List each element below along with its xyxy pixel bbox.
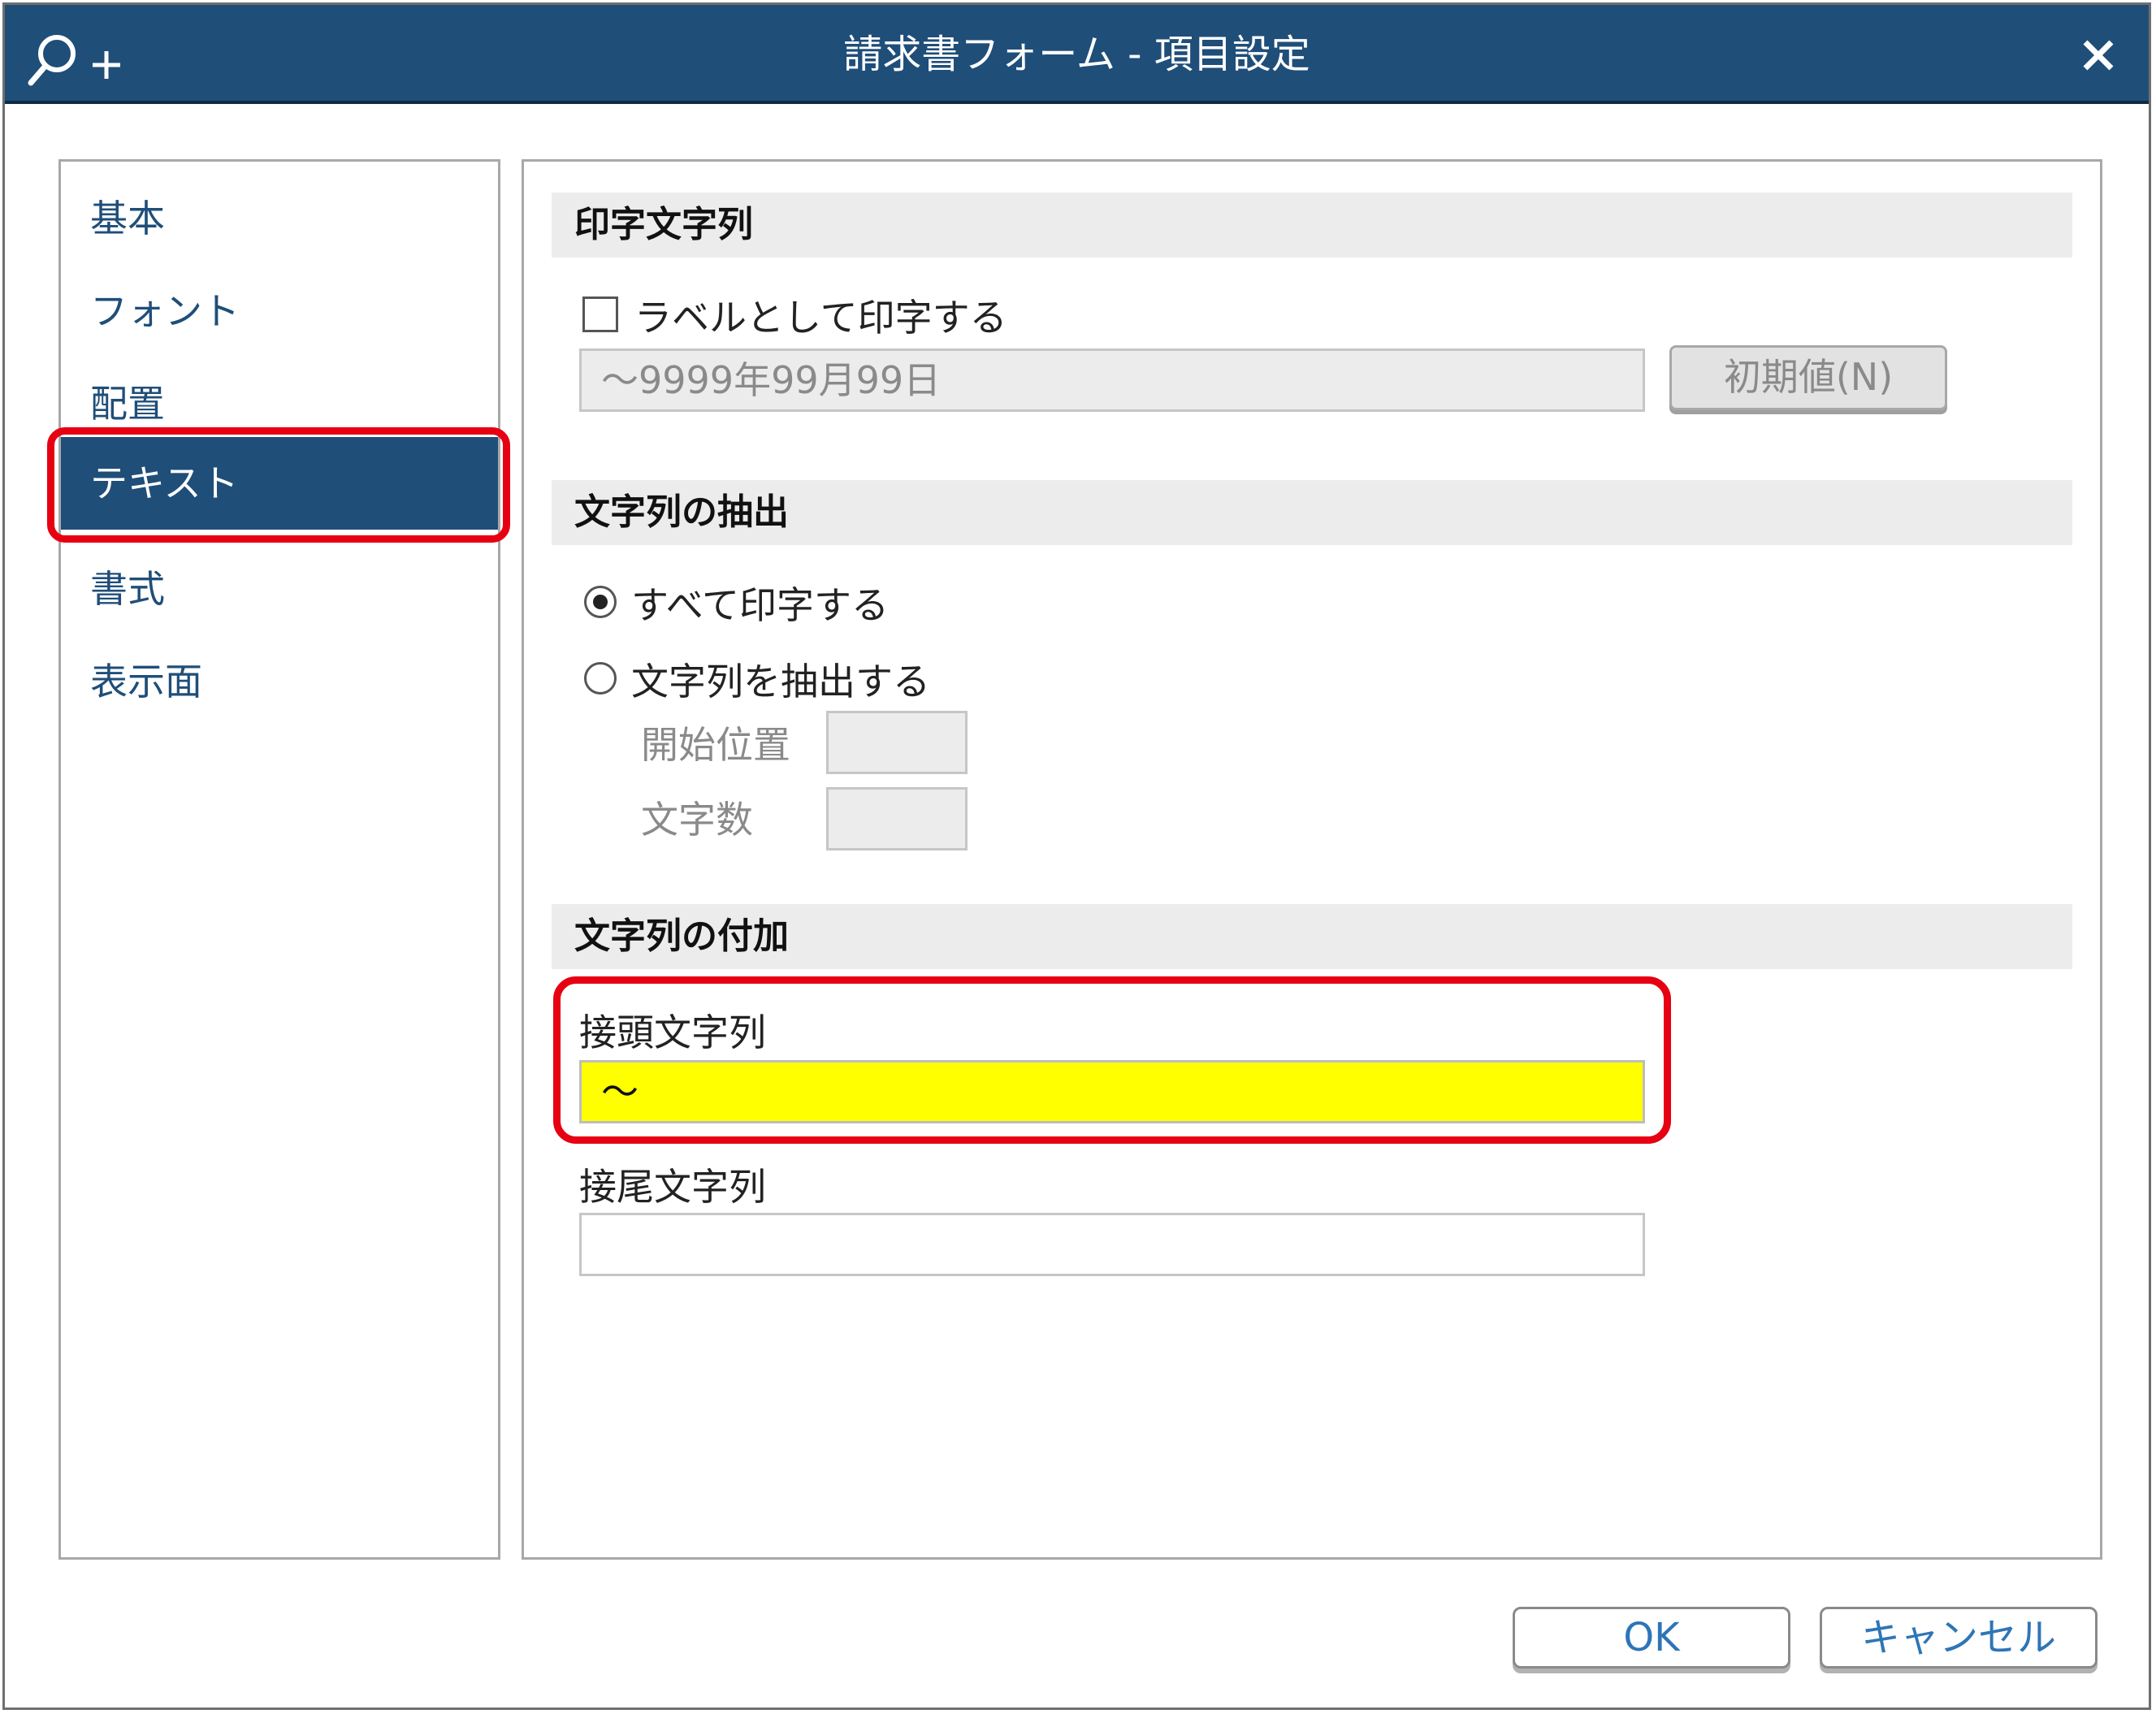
label-print-checkbox[interactable]	[582, 296, 618, 332]
start-position-input	[826, 711, 968, 774]
label-print-checkbox-label: ラベルとして印字する	[634, 296, 1007, 340]
category-sidebar: 基本 フォント 配置 テキスト 書式 表示面	[58, 159, 500, 1560]
settings-panel: 印字文字列 ラベルとして印字する 〜9999年99月99日 初期値(N) 文字列…	[522, 159, 2102, 1560]
section-header-extract: 文字列の抽出	[552, 480, 2072, 545]
suffix-label: 接尾文字列	[579, 1165, 766, 1209]
sidebar-item-basic[interactable]: 基本	[61, 172, 498, 265]
section-header-append: 文字列の付加	[552, 904, 2072, 969]
start-position-label: 開始位置	[641, 723, 790, 767]
suffix-input[interactable]	[579, 1213, 1645, 1276]
prefix-field-highlight	[553, 976, 1671, 1144]
section-header-print-string: 印字文字列	[552, 193, 2072, 258]
print-all-label: すべて印字する	[631, 583, 889, 627]
extract-string-radio[interactable]	[584, 662, 617, 695]
settings-dialog: 請求書フォーム - 項目設定 基本 フォント 配置 テキスト 書式 表示面 印字…	[2, 2, 2151, 1710]
sidebar-item-display-side[interactable]: 表示面	[61, 635, 498, 728]
default-value-button: 初期値(N)	[1669, 345, 1947, 410]
window-title: 請求書フォーム - 項目設定	[843, 32, 1310, 77]
character-count-input	[826, 787, 968, 851]
close-icon[interactable]	[2080, 37, 2116, 73]
extract-string-label: 文字列を抽出する	[631, 660, 930, 703]
cancel-button[interactable]: キャンセル	[1820, 1607, 2098, 1669]
print-all-radio[interactable]	[584, 586, 617, 618]
sidebar-item-format[interactable]: 書式	[61, 543, 498, 635]
selected-item-highlight	[47, 427, 510, 543]
print-string-field: 〜9999年99月99日	[579, 348, 1645, 412]
ok-button[interactable]: OK	[1513, 1607, 1790, 1669]
character-count-label: 文字数	[641, 798, 753, 842]
title-bar: 請求書フォーム - 項目設定	[5, 5, 2149, 104]
sidebar-item-font[interactable]: フォント	[61, 265, 498, 357]
